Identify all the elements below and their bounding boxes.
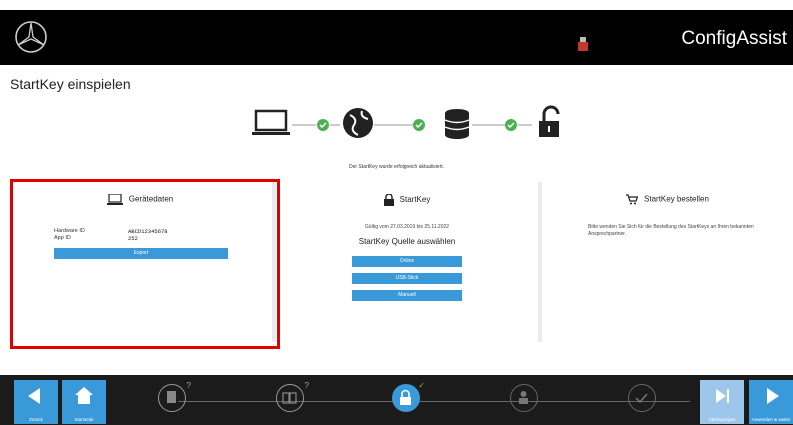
check-icon (413, 119, 425, 131)
app-header: ConfigAssist (0, 10, 793, 65)
top-strip (0, 0, 793, 10)
home-label: Startseite (74, 417, 94, 422)
validity-text: Gültig vom 27.03.2019 bis 25.11.2022 (364, 224, 450, 230)
panel-title: StartKey (276, 194, 538, 206)
cart-icon (626, 194, 639, 205)
startkey-panel-title: StartKey (399, 195, 431, 205)
manual-button[interactable]: Manuell (352, 290, 462, 301)
mercedes-star-icon (15, 21, 47, 53)
back-label: Zurück (29, 417, 43, 422)
check-badge-icon: ✓ (418, 381, 425, 390)
source-heading: StartKey Quelle auswählen (358, 237, 456, 246)
lock-icon (383, 194, 394, 206)
globe-icon (343, 108, 373, 138)
step-book[interactable]: ? (276, 381, 309, 412)
status-message: Der StartKey wurde erfolgreich aktualisi… (348, 164, 445, 170)
home-button[interactable]: Startseite (62, 380, 106, 424)
back-button[interactable]: Zurück (14, 380, 58, 424)
book-icon (282, 392, 297, 404)
lock-icon (400, 389, 411, 405)
step-user[interactable] (510, 384, 538, 412)
help-badge-icon: ? (186, 381, 191, 390)
bottom-bar: Zurück Startseite ? ? ✓ Überspringen Anw… (0, 375, 793, 425)
startkey-panel: StartKey Gültig vom 27.03.2019 bis 25.11… (276, 182, 538, 342)
step-document[interactable]: ? (158, 381, 191, 412)
help-badge-icon: ? (304, 381, 309, 390)
order-panel: StartKey bestellen Bitte wenden Sie Sich… (542, 182, 793, 342)
check-icon (317, 119, 329, 131)
user-icon (519, 391, 528, 404)
workflow-line (178, 401, 690, 402)
progress-steps (252, 105, 560, 139)
lock-open-icon (539, 105, 560, 137)
home-icon (75, 387, 93, 404)
step-finish[interactable] (628, 384, 656, 412)
app-brand: ConfigAssist (681, 28, 787, 49)
usb-icon (578, 37, 588, 51)
arrow-left-icon (28, 388, 40, 404)
step-startkey[interactable]: ✓ (392, 381, 425, 412)
laptop-icon (252, 109, 290, 135)
order-panel-title: StartKey bestellen (644, 194, 709, 204)
page-title: StartKey einspielen (10, 76, 131, 92)
skip-label: Überspringen (708, 417, 736, 422)
check-icon (635, 393, 648, 404)
check-icon (505, 119, 517, 131)
database-icon (444, 109, 470, 139)
highlight-frame (10, 179, 280, 349)
online-button[interactable]: Online (352, 256, 462, 267)
apply-next-label: Anwenden & weiter (751, 417, 791, 422)
skip-button[interactable]: Überspringen (700, 380, 744, 424)
skip-icon (716, 389, 729, 403)
apply-next-button[interactable]: Anwenden & weiter (749, 380, 793, 424)
document-icon (167, 391, 176, 403)
panel-title: StartKey bestellen (542, 194, 793, 205)
order-info-text: Bitte wenden Sie Sich für die Bestellung… (588, 224, 754, 237)
usb-stick-button[interactable]: USB-Stick (352, 273, 462, 284)
arrow-right-icon (767, 388, 779, 404)
